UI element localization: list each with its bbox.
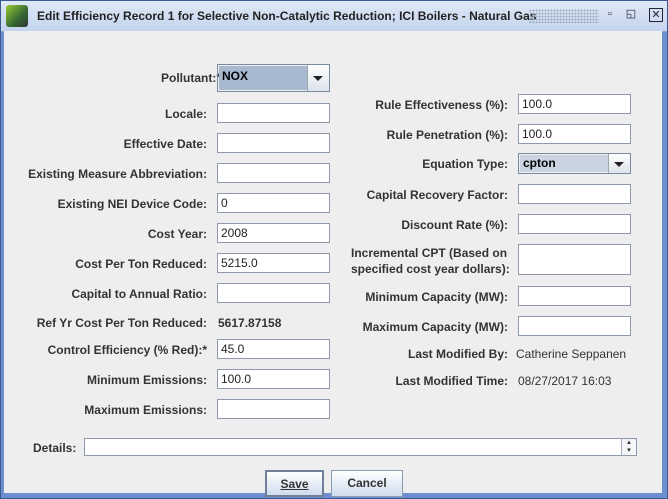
measure-abbrev-label: Existing Measure Abbreviation: [28, 167, 207, 181]
details-input[interactable]: ▴ ▾ [84, 438, 637, 456]
min-cap-input[interactable] [518, 286, 631, 306]
locale-label: Locale: [164, 107, 207, 121]
eq-type-label: Equation Type: [422, 157, 508, 171]
mod-by-value: Catherine Seppanen [516, 347, 627, 361]
scroll-spinner-icon[interactable]: ▴ ▾ [621, 439, 636, 455]
cap-annual-input[interactable] [217, 283, 330, 303]
pollutant-select[interactable]: NOX [217, 64, 330, 92]
discount-input[interactable] [518, 214, 631, 234]
cap-annual-label: Capital to Annual Ratio: [71, 287, 207, 301]
rule-eff-input[interactable]: 100.0 [518, 94, 631, 114]
rule-pen-label: Rule Penetration (%): [386, 128, 508, 142]
cost-per-ton-label: Cost Per Ton Reduced: [75, 257, 207, 271]
pollutant-label: Pollutant:* [161, 71, 221, 85]
chevron-down-icon[interactable] [307, 65, 329, 91]
control-eff-label: Control Efficiency (% Red):* [47, 343, 207, 357]
maximize-icon[interactable]: ◱ [625, 8, 637, 20]
max-cap-input[interactable] [518, 316, 631, 336]
app-logo-icon [6, 5, 28, 27]
min-emis-label: Minimum Emissions: [86, 373, 207, 387]
nei-code-input[interactable]: 0 [217, 193, 330, 213]
crf-label: Capital Recovery Factor: [366, 188, 508, 202]
nei-code-label: Existing NEI Device Code: [57, 197, 207, 211]
measure-abbrev-input[interactable] [217, 163, 330, 183]
mod-time-label: Last Modified Time: [395, 374, 508, 388]
effective-date-input[interactable] [217, 133, 330, 153]
max-emis-label: Maximum Emissions: [84, 403, 207, 417]
control-eff-input[interactable]: 45.0 [217, 339, 330, 359]
minimize-icon[interactable]: ▫ [604, 8, 616, 20]
save-button[interactable]: Save [265, 470, 324, 497]
cost-year-label: Cost Year: [147, 227, 207, 241]
pollutant-value: NOX [219, 66, 307, 90]
min-emis-input[interactable]: 100.0 [217, 369, 330, 389]
incr-cpt-input[interactable] [518, 244, 631, 275]
max-cap-label: Maximum Capacity (MW): [362, 320, 508, 334]
details-label: Details: [33, 441, 77, 455]
title-grip [529, 9, 599, 23]
mod-time-value: 08/27/2017 16:03 [518, 374, 612, 388]
close-icon[interactable]: ✕ [649, 8, 663, 22]
incr-cpt-label-1: Incremental CPT (Based on [351, 246, 508, 260]
rule-pen-input[interactable]: 100.0 [518, 124, 631, 144]
max-emis-input[interactable] [217, 399, 330, 419]
title-bar[interactable]: Edit Efficiency Record 1 for Selective N… [1, 1, 667, 32]
cost-year-input[interactable]: 2008 [217, 223, 330, 243]
incr-cpt-label-2: specified cost year dollars): [351, 262, 510, 276]
ref-yr-value: 5617.87158 [218, 316, 282, 330]
cancel-button[interactable]: Cancel [331, 470, 403, 497]
chevron-down-icon[interactable] [608, 154, 630, 173]
equation-type-select[interactable]: cpton [518, 153, 631, 174]
discount-label: Discount Rate (%): [401, 218, 508, 232]
effective-date-label: Effective Date: [123, 137, 207, 151]
min-cap-label: Minimum Capacity (MW): [365, 290, 508, 304]
rule-eff-label: Rule Effectiveness (%): [375, 98, 508, 112]
window-title: Edit Efficiency Record 1 for Selective N… [37, 9, 537, 23]
crf-input[interactable] [518, 184, 631, 204]
cost-per-ton-input[interactable]: 5215.0 [217, 253, 330, 273]
ref-yr-label: Ref Yr Cost Per Ton Reduced: [36, 316, 207, 330]
mod-by-label: Last Modified By: [407, 347, 508, 361]
locale-input[interactable] [217, 103, 330, 123]
save-label: Save [280, 477, 309, 491]
equation-type-value: cpton [520, 155, 608, 172]
